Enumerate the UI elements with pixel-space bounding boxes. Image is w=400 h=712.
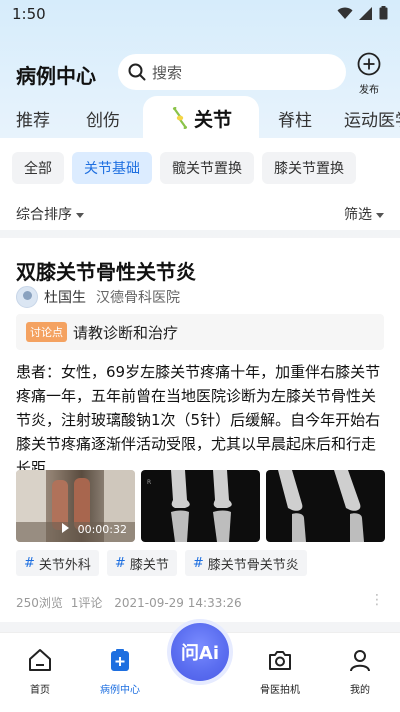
battery-icon — [379, 6, 388, 20]
tab-recommend[interactable]: 推荐 — [16, 106, 50, 131]
category-tabs: 推荐 创伤 关节 脊柱 运动医学 — [0, 96, 400, 140]
comment-count: 1评论 — [70, 596, 103, 610]
post-body: 患者：女性，69岁左膝关节疼痛十年，加重伴右膝关节疼痛一年，五年前曾在当地医院诊… — [16, 363, 381, 477]
hash-icon: # — [24, 555, 35, 571]
bone-joint-icon — [172, 107, 188, 129]
post-stats: 250浏览 1评论 2021-09-29 14:33:26 — [16, 594, 242, 611]
tag-label: 膝关节骨关节炎 — [207, 557, 299, 573]
play-icon — [62, 523, 69, 533]
chip-all[interactable]: 全部 — [12, 152, 64, 184]
app-header: 病例中心 搜索 发布 — [0, 50, 400, 96]
search-icon — [128, 63, 146, 81]
ask-ai-button[interactable]: 问Ai — [171, 623, 229, 681]
discussion-text: 请教诊断和治疗 — [73, 323, 179, 342]
status-bar: 1:50 — [0, 0, 400, 28]
publish-label: 发布 — [359, 85, 379, 96]
nav-home-label: 首页 — [30, 685, 50, 696]
status-time: 1:50 — [12, 5, 46, 23]
post-tags: # 关节外科 # 膝关节 # 膝关节骨关节炎 — [16, 550, 307, 576]
filter-dropdown[interactable]: 筛选 — [344, 204, 384, 224]
hash-icon: # — [114, 555, 126, 571]
xray-image-1[interactable]: R — [141, 470, 260, 542]
discussion-point: 讨论点 请教诊断和治疗 — [16, 314, 384, 350]
home-icon — [29, 649, 51, 671]
discussion-badge: 讨论点 — [26, 322, 67, 342]
video-duration: 00:00:32 — [77, 523, 127, 536]
tag-knee-osteoarthritis[interactable]: # 膝关节骨关节炎 — [184, 550, 307, 576]
view-count: 250浏览 — [16, 596, 63, 610]
avatar — [16, 286, 38, 308]
nav-case-center[interactable]: 病例中心 — [90, 647, 150, 696]
camera-icon — [269, 651, 291, 670]
post-author[interactable]: 杜国生 汉德骨科医院 — [16, 286, 180, 308]
xray-knee-side-image — [278, 470, 364, 542]
chip-joint-basics[interactable]: 关节基础 — [72, 152, 152, 184]
add-circle-icon — [357, 52, 381, 76]
post-datetime: 2021-09-29 14:33:26 — [114, 596, 242, 610]
sort-bar: 综合排序 筛选 — [0, 198, 400, 228]
tab-joint[interactable]: 关节 — [143, 96, 259, 140]
post-card[interactable]: 双膝关节骨性关节炎 杜国生 汉德骨科医院 讨论点 请教诊断和治疗 患者：女性，6… — [0, 238, 400, 622]
caret-down-icon — [376, 212, 384, 218]
tab-joint-label: 关节 — [193, 108, 232, 131]
subcategory-chips: 全部 关节基础 髋关节置换 膝关节置换 — [12, 152, 356, 184]
post-images: 00:00:32 R — [16, 470, 385, 542]
filter-label: 筛选 — [344, 207, 372, 223]
video-thumbnail[interactable]: 00:00:32 — [16, 470, 135, 542]
signal-icon — [359, 6, 372, 20]
nav-home[interactable]: 首页 — [10, 647, 70, 696]
caret-down-icon — [76, 212, 84, 218]
wifi-icon — [337, 7, 353, 19]
search-input[interactable]: 搜索 — [118, 54, 346, 90]
chip-hip-replacement[interactable]: 髋关节置换 — [160, 152, 254, 184]
sort-label: 综合排序 — [16, 207, 72, 223]
sort-dropdown[interactable]: 综合排序 — [16, 204, 84, 224]
tab-sports-medicine[interactable]: 运动医学 — [344, 106, 400, 131]
nav-camera[interactable]: 骨医拍机 — [250, 647, 310, 696]
search-placeholder: 搜索 — [152, 63, 183, 82]
tag-joint-surgery[interactable]: # 关节外科 — [16, 550, 99, 576]
author-name: 杜国生 — [44, 290, 86, 306]
hash-icon: # — [192, 555, 204, 571]
nav-case-center-label: 病例中心 — [100, 685, 140, 696]
xray-knee-front-image: R — [147, 470, 232, 542]
xray-image-2[interactable] — [266, 470, 385, 542]
author-hospital: 汉德骨科医院 — [96, 290, 180, 306]
user-icon — [350, 650, 370, 672]
nav-profile-label: 我的 — [350, 685, 370, 696]
ask-ai-label: 问Ai — [180, 643, 220, 664]
bottom-navigation: 首页 病例中心 问Ai 骨医拍机 我的 — [0, 623, 400, 712]
tag-label: 关节外科 — [38, 557, 91, 573]
tab-spine[interactable]: 脊柱 — [278, 106, 312, 131]
page-title: 病例中心 — [16, 64, 96, 88]
nav-profile[interactable]: 我的 — [330, 647, 390, 696]
clipboard-plus-icon — [111, 649, 129, 671]
publish-button[interactable]: 发布 — [354, 52, 384, 96]
chip-knee-replacement[interactable]: 膝关节置换 — [262, 152, 356, 184]
tab-trauma[interactable]: 创伤 — [86, 106, 120, 131]
status-icons — [337, 6, 388, 20]
post-title: 双膝关节骨性关节炎 — [16, 260, 196, 284]
tag-knee-joint[interactable]: # 膝关节 — [106, 550, 177, 576]
more-options-icon[interactable]: ⋮ — [370, 592, 384, 608]
tag-label: 膝关节 — [129, 557, 169, 573]
nav-camera-label: 骨医拍机 — [260, 685, 300, 696]
svg-text:R: R — [147, 479, 151, 486]
